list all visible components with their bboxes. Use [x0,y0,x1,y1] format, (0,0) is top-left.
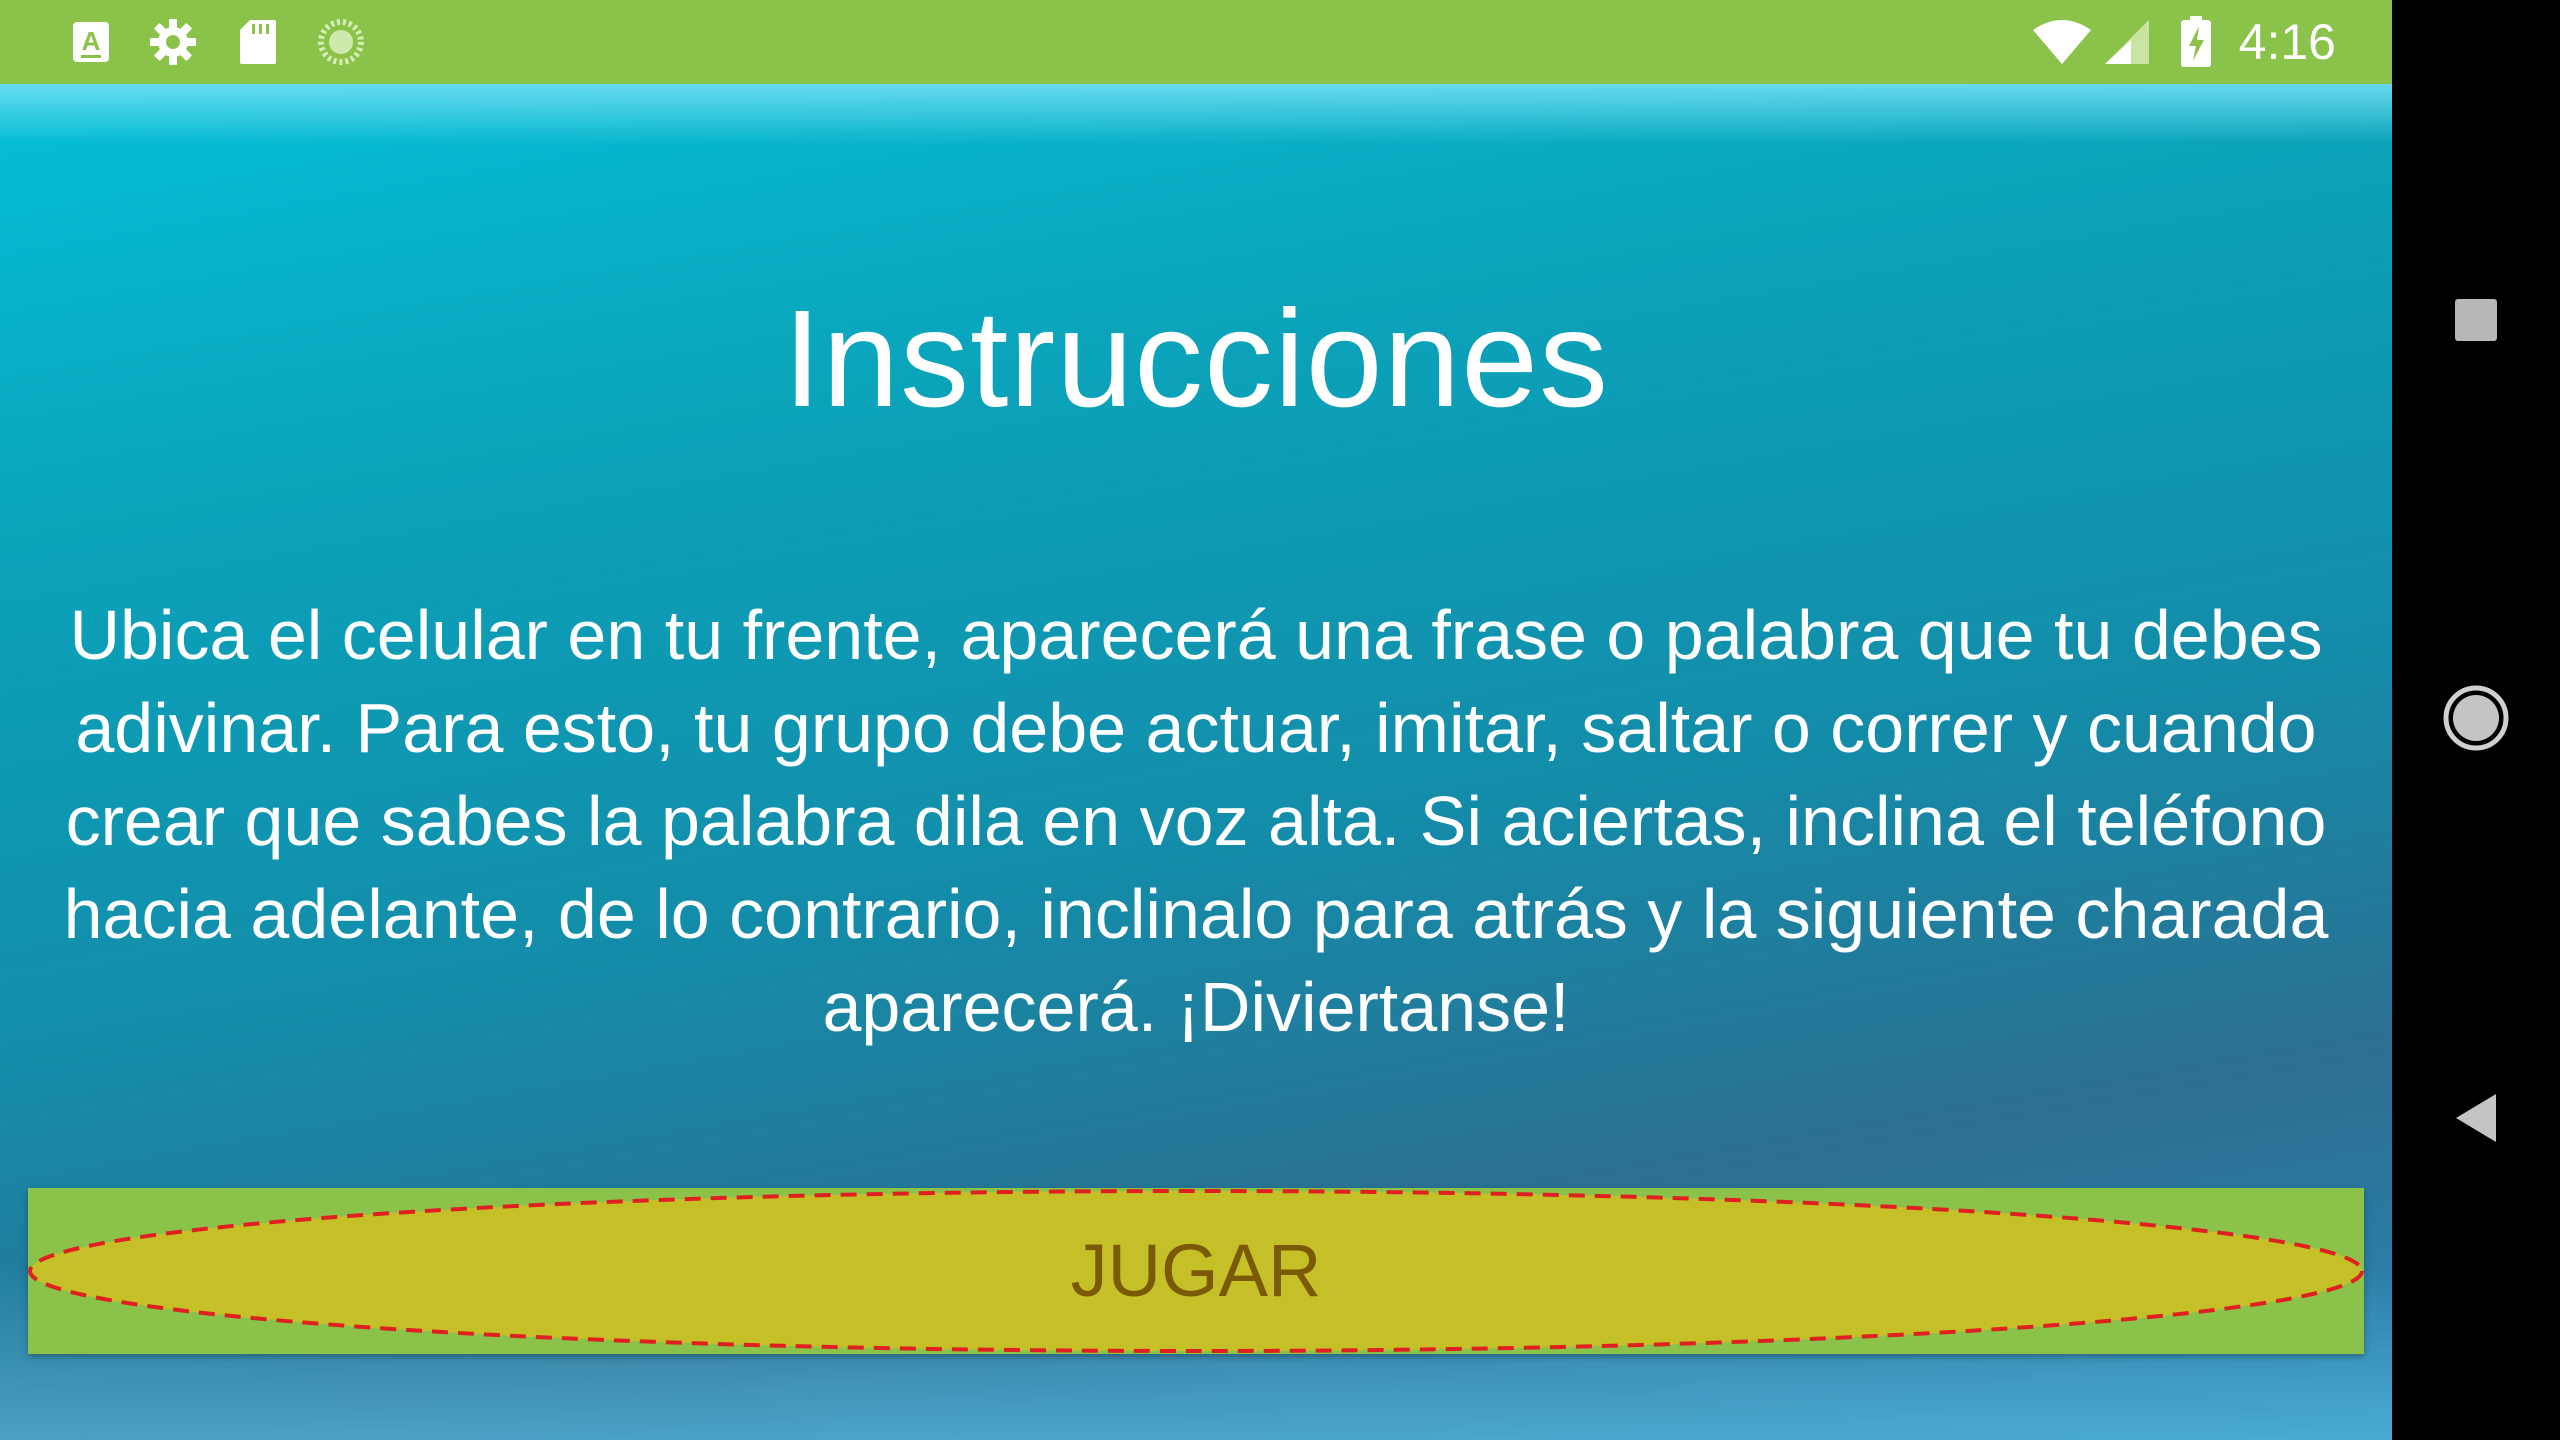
status-time: 4:16 [2238,14,2336,70]
battery-charging-icon [2178,16,2214,67]
app-screen: A 4:16 Instrucciones Ubica el celular en… [0,0,2392,1440]
loading-spinner-icon [316,18,366,66]
play-button-label: JUGAR [1070,1229,1322,1312]
home-circle-icon[interactable] [2426,668,2526,768]
page-title: Instrucciones [782,282,1610,436]
back-triangle-icon[interactable] [2426,1068,2526,1168]
keyboard-a-letter: A [82,26,101,56]
status-bar: A 4:16 [0,0,2392,84]
instructions-text: Ubica el celular en tu frente, aparecerá… [63,596,2329,1046]
play-button[interactable]: JUGAR [28,1188,2364,1354]
wifi-icon [2030,18,2094,66]
recents-square-icon[interactable] [2426,270,2526,370]
navigation-bar [2392,0,2560,1440]
settings-gear-icon [148,18,198,66]
instructions-screen: Instrucciones Ubica el celular en tu fre… [0,84,2392,1440]
cellular-signal-icon [2100,18,2152,66]
keyboard-a-icon: A [70,18,112,66]
sd-card-icon [236,18,280,66]
